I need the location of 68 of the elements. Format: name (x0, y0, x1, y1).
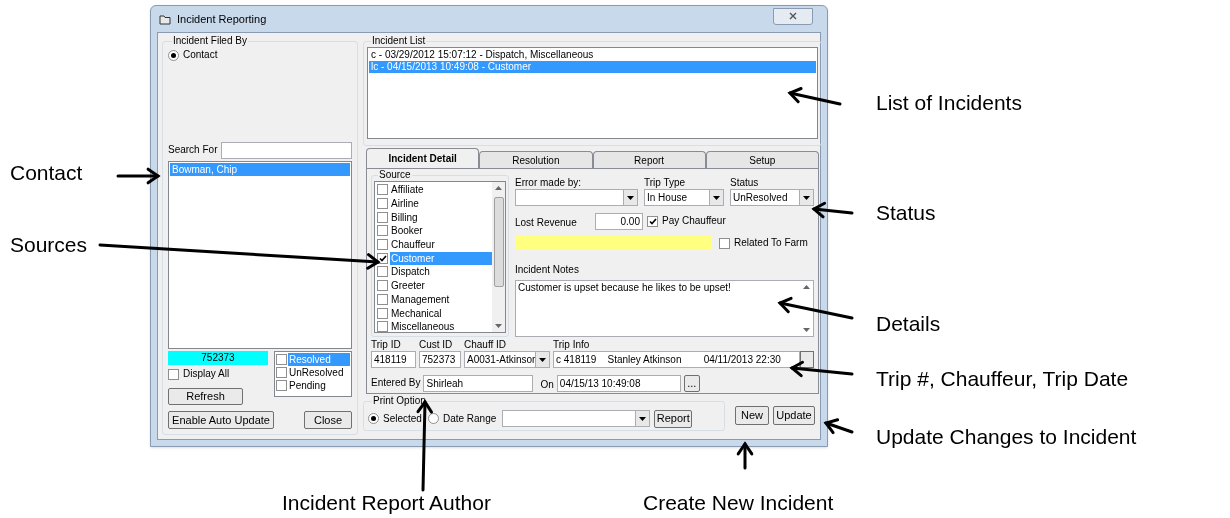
dropdown[interactable]: In House (644, 189, 724, 206)
list-item[interactable]: Management (390, 292, 492, 306)
field-label: Incident Notes (515, 264, 579, 275)
notes-field[interactable]: Customer is upset because he likes to be upset! (515, 280, 814, 337)
dropdown[interactable]: UnResolved (730, 189, 814, 206)
list-item[interactable]: UnResolved (288, 366, 350, 379)
field-label: On (540, 379, 554, 390)
contact-id-display: 752373 (168, 351, 268, 365)
group-title: Source (378, 169, 412, 181)
list-item[interactable]: Miscellaneous (390, 320, 492, 334)
tab[interactable]: Incident Detail (366, 148, 480, 168)
list-item[interactable]: c - 03/29/2012 15:07:12 - Dispatch, Miscellaneous (369, 49, 816, 61)
list-item[interactable]: Mechanical (390, 306, 492, 320)
field-label: Trip Type (644, 177, 687, 189)
text-field[interactable]: c 418119 Stanley Atkinson 04/11/2013 22:30 (553, 351, 800, 368)
field-label: Lost Revenue (515, 217, 577, 228)
annotation-label: Status (876, 200, 936, 226)
refresh-button[interactable]: Refresh (168, 388, 243, 405)
annotation-label: Update Changes to Incident (876, 424, 1137, 450)
report-button[interactable]: Report (654, 409, 693, 428)
field-label: Status (730, 177, 760, 189)
field-label: Search For (168, 144, 218, 156)
text-field[interactable]: 752373 (419, 351, 461, 368)
radio-label: Selected (383, 412, 422, 425)
incident-list[interactable]: c - 03/29/2012 15:07:12 - Dispatch, Miscellaneous lc - 04/15/2013 10:49:08 - Customer (367, 47, 818, 139)
list-item[interactable]: Booker (390, 224, 492, 238)
annotation-label: Trip #, Chauffeur, Trip Date (876, 366, 1129, 392)
checkbox-label: Display All (183, 368, 230, 380)
status-filter-list[interactable]: Resolved UnResolved Pending (274, 351, 352, 397)
dropdown[interactable]: A0031-Atkinsor (464, 351, 550, 368)
list-item[interactable]: Affiliate (390, 183, 492, 197)
text-field[interactable]: Shirleah (423, 374, 534, 392)
field-label: Trip Info (553, 339, 591, 351)
text-field[interactable]: 0.00 (595, 212, 643, 230)
field-label: Entered By (371, 377, 421, 389)
window-title: Incident Reporting (177, 11, 267, 27)
list-item[interactable]: Dispatch (390, 265, 492, 279)
annotation-label: List of Incidents (876, 90, 1022, 116)
tab[interactable]: Setup (705, 151, 819, 168)
auto-update-button[interactable]: Enable Auto Update (168, 411, 274, 429)
annotation-label: Sources (10, 232, 88, 258)
field-label: Error made by: (515, 177, 583, 189)
field-label: Cust ID (419, 339, 454, 351)
annotation-label: Contact (10, 160, 83, 186)
list-item[interactable]: Pending (288, 379, 350, 392)
list-item[interactable]: Billing (390, 210, 492, 224)
close-button[interactable]: Close (304, 411, 352, 429)
annotation-label: Create New Incident (643, 490, 834, 516)
field-label: Chauff ID (464, 339, 508, 351)
annotation-label: Incident Report Author (282, 490, 491, 516)
date-picker-button[interactable]: ... (683, 374, 700, 392)
text-field[interactable]: 04/15/13 10:49:08 (556, 374, 681, 392)
radio-label: Date Range (442, 412, 497, 425)
list-item[interactable]: Greeter (390, 279, 492, 293)
field-label: Trip ID (371, 339, 402, 351)
checkbox-label: Pay Chauffeur (662, 215, 726, 227)
checkbox-label: Related To Farm (734, 237, 808, 249)
annotation-label: Details (876, 311, 941, 337)
text-field[interactable]: 418119 (371, 351, 416, 368)
list-item[interactable]: Airline (390, 197, 492, 211)
group-title: Incident List (371, 35, 427, 47)
radio-label: Contact (183, 49, 218, 61)
tab[interactable]: Resolution (479, 151, 593, 168)
update-button[interactable]: Update (773, 406, 815, 425)
tab[interactable]: Report (592, 151, 706, 168)
new-button[interactable]: New (735, 406, 769, 425)
group-title: Incident Filed By (172, 35, 248, 47)
list-item[interactable]: Chauffeur (390, 238, 492, 252)
